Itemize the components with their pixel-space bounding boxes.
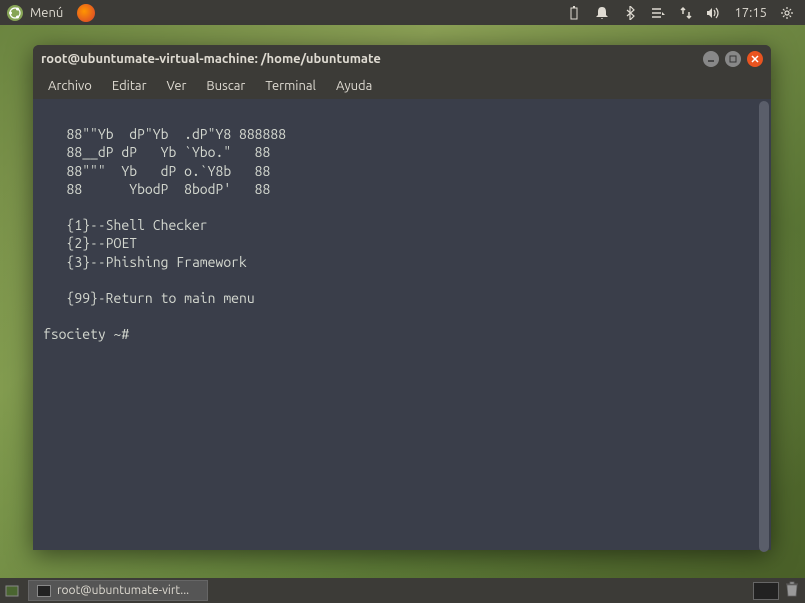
- bottom-panel-right: [753, 581, 805, 601]
- scrollbar-thumb[interactable]: [759, 101, 769, 552]
- desktop: root@ubuntumate-virtual-machine: /home/u…: [0, 25, 805, 578]
- workspace-switcher[interactable]: [753, 582, 779, 600]
- trash-icon[interactable]: [785, 581, 799, 601]
- menu-ver[interactable]: Ver: [158, 76, 196, 96]
- menu-buscar[interactable]: Buscar: [197, 76, 254, 96]
- firefox-icon[interactable]: [77, 4, 95, 22]
- terminal-window: root@ubuntumate-virtual-machine: /home/u…: [33, 45, 771, 550]
- top-panel-left: Menú: [0, 4, 95, 22]
- indicator-menu-icon[interactable]: [650, 5, 666, 21]
- system-tray: 17:15: [566, 5, 805, 21]
- bottom-panel: root@ubuntumate-virt...: [0, 578, 805, 603]
- taskbar-label: root@ubuntumate-virt...: [57, 584, 189, 597]
- minimize-button[interactable]: [703, 51, 719, 67]
- window-title: root@ubuntumate-virtual-machine: /home/u…: [41, 52, 703, 66]
- show-desktop-button[interactable]: [0, 578, 24, 603]
- terminal-output[interactable]: 88""Yb dP"Yb .dP"Y8 888888 88__dP dP Yb …: [33, 99, 757, 550]
- menu-button[interactable]: Menú: [30, 6, 63, 20]
- menu-editar[interactable]: Editar: [103, 76, 156, 96]
- taskbar-terminal-item[interactable]: root@ubuntumate-virt...: [28, 580, 208, 601]
- close-button[interactable]: [747, 51, 763, 67]
- clock[interactable]: 17:15: [734, 6, 767, 20]
- network-icon[interactable]: [678, 5, 694, 21]
- menu-terminal[interactable]: Terminal: [256, 76, 325, 96]
- menubar: Archivo Editar Ver Buscar Terminal Ayuda: [33, 73, 771, 99]
- terminal-content[interactable]: 88""Yb dP"Yb .dP"Y8 888888 88__dP dP Yb …: [33, 99, 771, 550]
- maximize-button[interactable]: [725, 51, 741, 67]
- menu-archivo[interactable]: Archivo: [39, 76, 101, 96]
- battery-icon[interactable]: [566, 5, 582, 21]
- notification-bell-icon[interactable]: [594, 5, 610, 21]
- menu-ayuda[interactable]: Ayuda: [327, 76, 381, 96]
- settings-gear-icon[interactable]: [779, 5, 795, 21]
- window-controls: [703, 51, 763, 67]
- titlebar[interactable]: root@ubuntumate-virtual-machine: /home/u…: [33, 45, 771, 73]
- volume-icon[interactable]: [706, 5, 722, 21]
- bluetooth-icon[interactable]: [622, 5, 638, 21]
- top-panel: Menú 17:15: [0, 0, 805, 25]
- scrollbar[interactable]: [757, 99, 771, 550]
- ubuntu-mate-logo-icon[interactable]: [6, 4, 24, 22]
- terminal-app-icon: [37, 585, 51, 597]
